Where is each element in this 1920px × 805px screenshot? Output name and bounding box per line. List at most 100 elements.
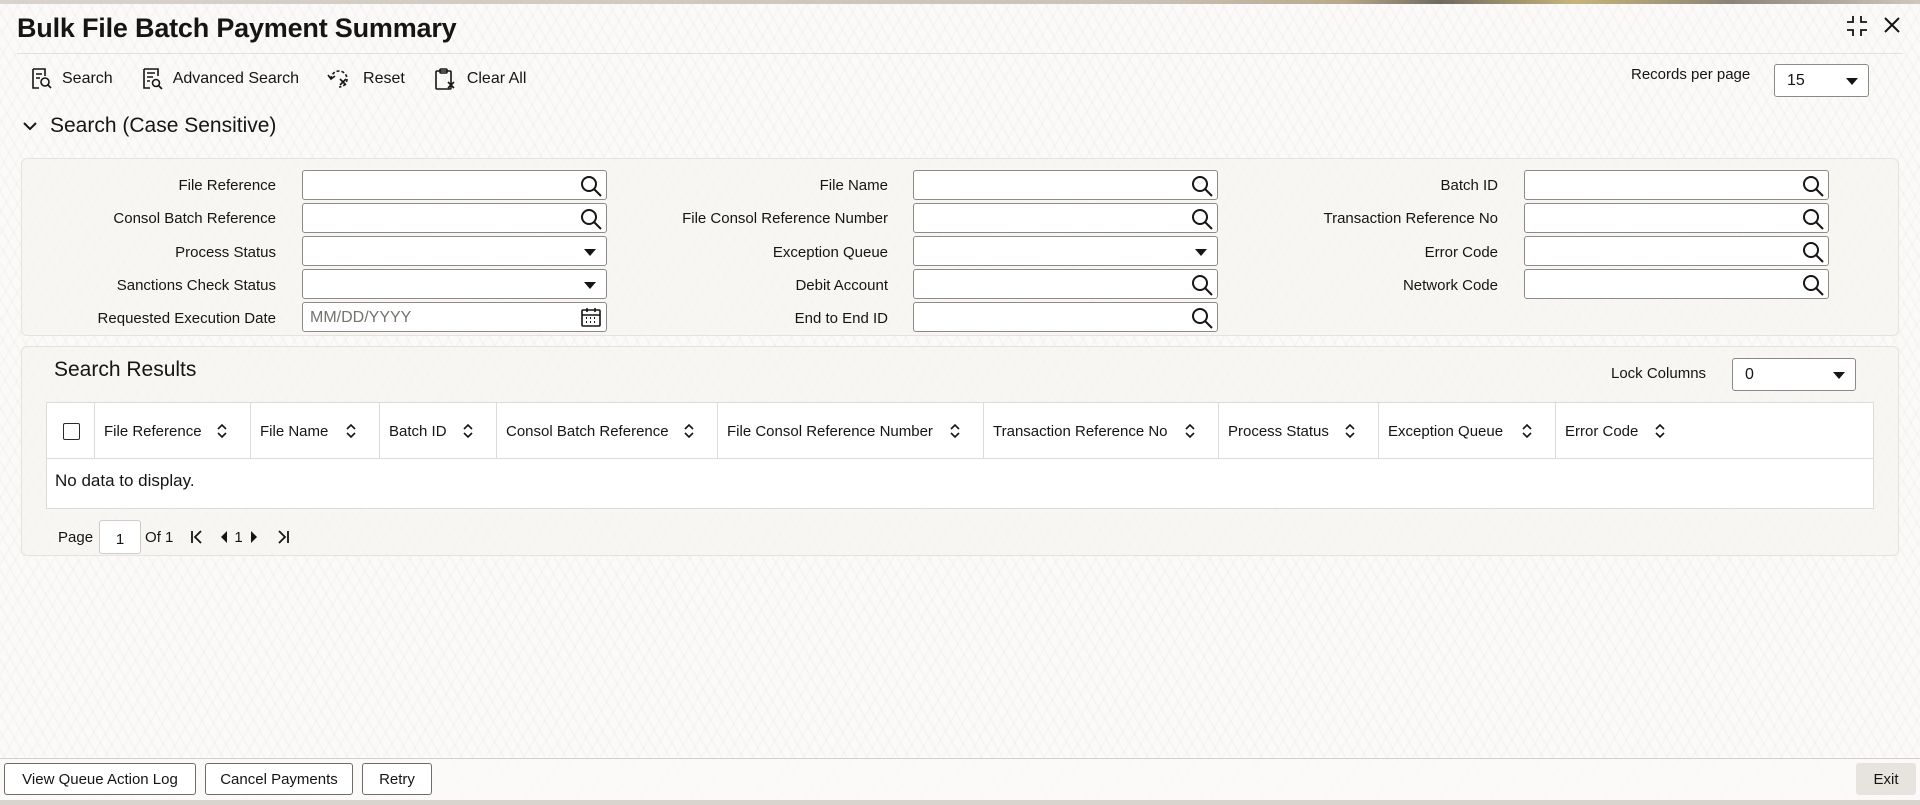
search-icon[interactable] (579, 207, 603, 236)
calendar-icon[interactable] (580, 306, 602, 333)
column-header-process-status[interactable]: Process Status (1219, 403, 1379, 459)
batch-id-input[interactable] (1524, 170, 1829, 200)
date-placeholder: MM/DD/YYYY (310, 309, 412, 326)
chevron-down-icon (584, 249, 596, 256)
exit-button[interactable]: Exit (1856, 763, 1916, 795)
error-code-label: Error Code (1424, 244, 1498, 261)
chevron-down-icon (1846, 77, 1858, 85)
reset-button[interactable]: Reset (327, 67, 405, 91)
transaction-reference-no-input[interactable] (1524, 203, 1829, 233)
search-section-toggle[interactable]: Search (Case Sensitive) (22, 114, 276, 138)
column-header-label: File Consol Reference Number (727, 422, 933, 440)
window-controls (1846, 15, 1902, 37)
file-reference-input[interactable] (302, 170, 607, 200)
sort-icon[interactable] (949, 423, 961, 443)
column-header-consol-batch-reference[interactable]: Consol Batch Reference (497, 403, 718, 459)
column-header-file-consol-reference-number[interactable]: File Consol Reference Number (718, 403, 984, 459)
sort-icon[interactable] (1184, 423, 1196, 443)
current-page-indicator: 1 (234, 528, 243, 546)
chevron-down-icon (1833, 371, 1845, 379)
search-button[interactable]: Search (30, 67, 113, 91)
column-header-label: Exception Queue (1388, 422, 1504, 440)
last-page-icon[interactable] (275, 529, 291, 545)
previous-page-icon[interactable] (219, 530, 229, 544)
lock-columns-label: Lock Columns (1611, 365, 1707, 382)
column-header-exception-queue[interactable]: Exception Queue (1379, 403, 1556, 459)
cancel-payments-label: Cancel Payments (220, 770, 338, 788)
sort-icon[interactable] (462, 423, 474, 443)
process-status-select[interactable] (302, 236, 607, 266)
search-icon[interactable] (1801, 174, 1825, 203)
clear-all-label: Clear All (466, 70, 527, 87)
clear-all-button[interactable]: Clear All (433, 67, 527, 91)
search-icon[interactable] (579, 174, 603, 203)
sanctions-check-status-select[interactable] (302, 269, 607, 299)
file-consol-reference-number-input[interactable] (913, 203, 1218, 233)
sort-icon[interactable] (345, 423, 357, 443)
page-number-input[interactable]: 1 (99, 520, 142, 554)
requested-execution-date-input[interactable]: MM/DD/YYYY (302, 302, 607, 332)
next-page-icon[interactable] (249, 530, 259, 544)
end-to-end-id-input[interactable] (913, 302, 1218, 332)
search-icon[interactable] (1190, 174, 1214, 203)
process-status-label: Process Status (175, 244, 276, 261)
close-icon[interactable] (1882, 15, 1902, 37)
search-button-label: Search (62, 70, 113, 87)
sort-icon[interactable] (683, 423, 695, 443)
debit-account-input[interactable] (913, 269, 1218, 299)
search-icon[interactable] (1190, 306, 1214, 335)
column-header-label: File Name (260, 422, 329, 440)
error-code-input[interactable] (1524, 236, 1829, 266)
debit-account-label: Debit Account (795, 277, 888, 294)
lock-columns-value: 0 (1745, 365, 1754, 383)
chevron-down-icon (584, 282, 596, 289)
search-icon[interactable] (1801, 207, 1825, 236)
search-icon[interactable] (1801, 240, 1825, 269)
file-reference-label: File Reference (178, 177, 276, 194)
bottom-strip (0, 800, 1920, 805)
retry-button[interactable]: Retry (362, 763, 432, 795)
lock-columns-select[interactable]: 0 (1732, 358, 1856, 391)
advanced-search-button[interactable]: Advanced Search (141, 67, 299, 91)
search-icon[interactable] (1190, 273, 1214, 302)
search-icon[interactable] (1190, 207, 1214, 236)
column-header-file-reference[interactable]: File Reference (95, 403, 251, 459)
results-table: File Reference File Name Batch ID Consol… (46, 402, 1874, 509)
column-header-label: Consol Batch Reference (506, 422, 669, 440)
page-number-value: 1 (115, 530, 125, 548)
pagination: Page 1 Of 1 1 (58, 520, 291, 554)
toolbar: Search Advanced Search Reset Clear All (30, 64, 554, 94)
sort-icon[interactable] (216, 423, 228, 443)
batch-id-label: Batch ID (1440, 177, 1498, 194)
minimize-icon[interactable] (1846, 15, 1868, 37)
exit-label: Exit (1873, 770, 1899, 788)
records-per-page-select[interactable]: 15 (1774, 64, 1869, 97)
column-header-file-name[interactable]: File Name (251, 403, 380, 459)
consol-batch-reference-input[interactable] (302, 203, 607, 233)
view-queue-action-log-button[interactable]: View Queue Action Log (4, 763, 196, 795)
column-header-transaction-reference-no[interactable]: Transaction Reference No (984, 403, 1219, 459)
page-title: Bulk File Batch Payment Summary (17, 13, 457, 43)
requested-execution-date-label: Requested Execution Date (97, 310, 276, 327)
sort-icon[interactable] (1521, 423, 1533, 443)
page-count-label: Of 1 (145, 528, 174, 546)
first-page-icon[interactable] (189, 529, 205, 545)
column-header-batch-id[interactable]: Batch ID (380, 403, 497, 459)
file-name-input[interactable] (913, 170, 1218, 200)
select-all-header (47, 403, 95, 459)
column-header-error-code[interactable]: Error Code (1556, 403, 1875, 459)
clear-all-icon (433, 67, 457, 91)
column-header-label: File Reference (104, 422, 202, 440)
column-header-label: Error Code (1565, 422, 1639, 440)
sort-icon[interactable] (1654, 423, 1666, 443)
table-header: File Reference File Name Batch ID Consol… (47, 403, 1873, 459)
select-all-checkbox[interactable] (63, 423, 80, 440)
sort-icon[interactable] (1344, 423, 1356, 443)
search-icon[interactable] (1801, 273, 1825, 302)
exception-queue-select[interactable] (913, 236, 1218, 266)
cancel-payments-button[interactable]: Cancel Payments (205, 763, 353, 795)
records-per-page-label: Records per page (1631, 66, 1751, 83)
column-header-label: Batch ID (389, 422, 447, 440)
network-code-label: Network Code (1402, 277, 1498, 294)
network-code-input[interactable] (1524, 269, 1829, 299)
